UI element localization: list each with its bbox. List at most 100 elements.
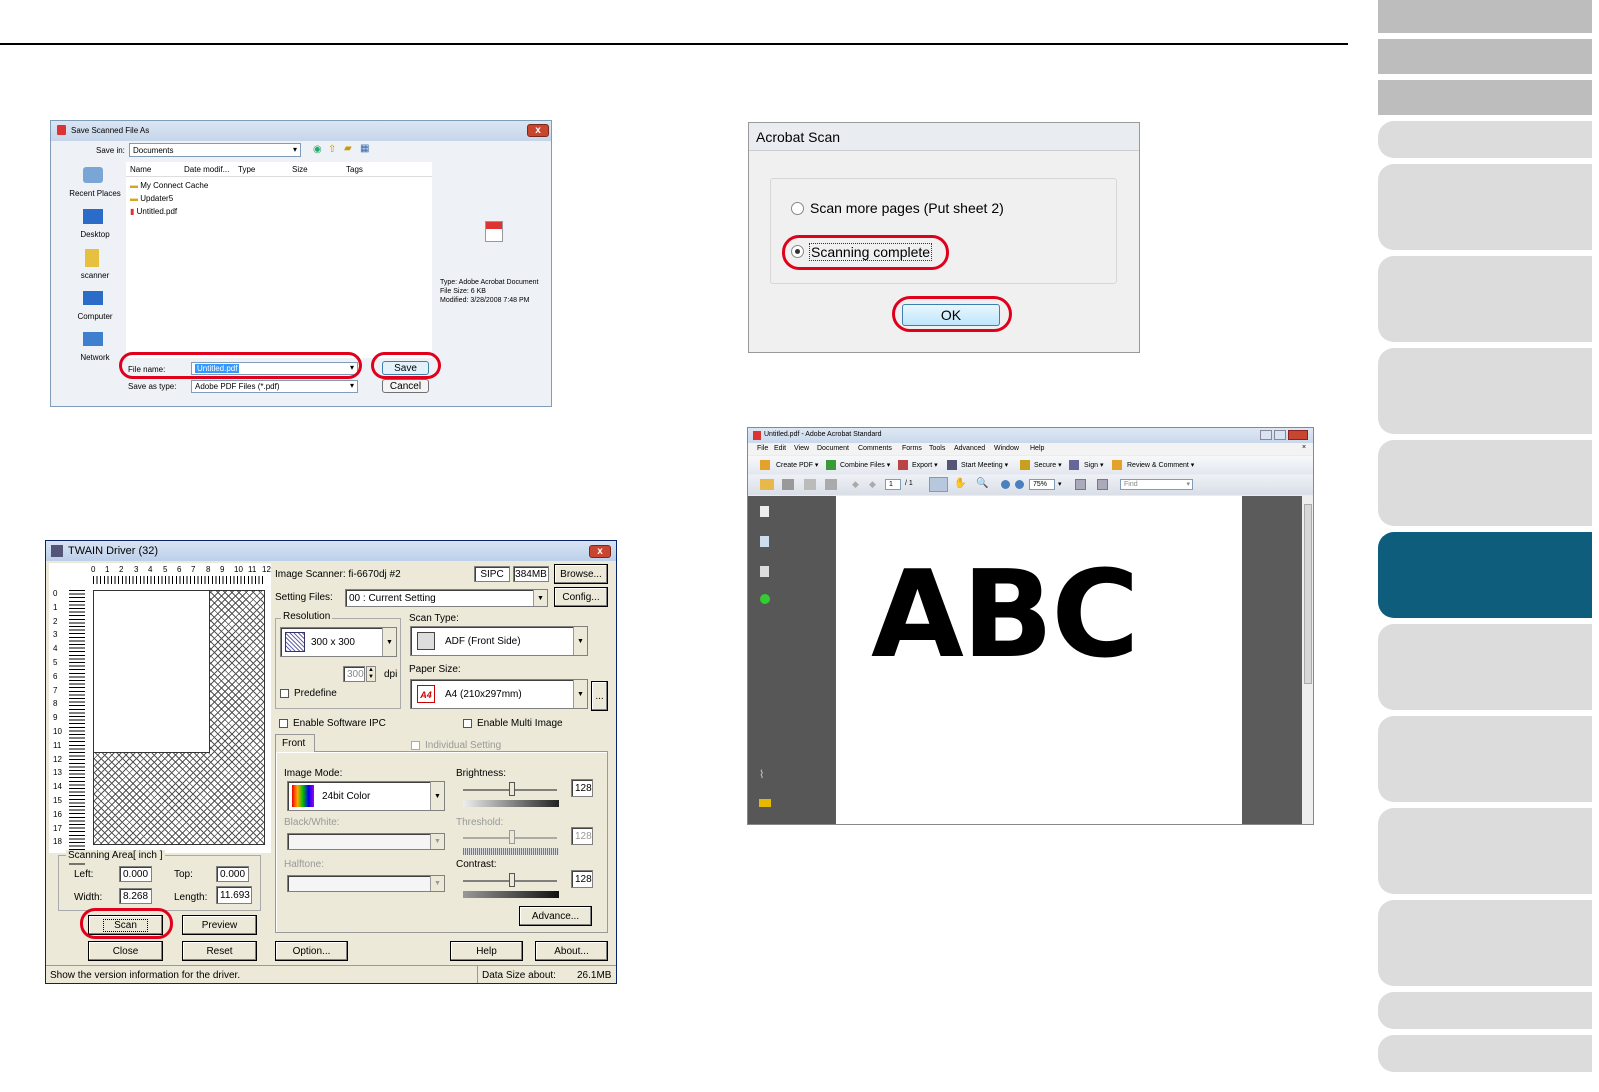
save-in-select[interactable]: Documents ▾ <box>129 143 301 157</box>
menu-comments[interactable]: Comments <box>858 445 892 452</box>
find-input[interactable]: Find ▾ <box>1120 479 1193 490</box>
config-button[interactable]: Config... <box>554 587 608 607</box>
option-scan-more-label[interactable]: Scan more pages (Put sheet 2) <box>810 200 1004 216</box>
black-white-select[interactable]: ▼ <box>287 833 445 850</box>
fit-page-icon[interactable] <box>1097 479 1108 490</box>
open-icon[interactable] <box>760 479 774 490</box>
enable-software-ipc-checkbox[interactable]: Enable Software IPC <box>279 718 386 729</box>
pages-icon[interactable] <box>760 506 769 517</box>
new-folder-icon[interactable]: ▰ <box>344 143 352 154</box>
cancel-button[interactable]: Cancel <box>382 379 429 393</box>
back-icon[interactable]: ◉ <box>313 144 322 155</box>
print-icon[interactable] <box>782 479 794 490</box>
list-item[interactable]: ▬ Updater5 <box>130 194 173 203</box>
threshold-thumb[interactable] <box>509 830 515 844</box>
up-folder-icon[interactable]: ⇧ <box>328 144 336 155</box>
place-recent[interactable]: Recent Places <box>63 189 127 198</box>
savetype-select[interactable]: Adobe PDF Files (*.pdf) ▾ <box>191 380 358 393</box>
comments-icon[interactable] <box>759 799 771 807</box>
advance-button[interactable]: Advance... <box>519 906 592 926</box>
zoom-dropdown-icon[interactable]: ▾ <box>1058 480 1062 488</box>
tab-front[interactable]: Front <box>275 734 315 752</box>
menu-forms[interactable]: Forms <box>902 445 922 452</box>
dpi-spinner[interactable]: ▲ ▼ <box>366 666 376 682</box>
nav-tab-9-active[interactable] <box>1378 532 1592 618</box>
maximize-icon[interactable] <box>1274 430 1286 440</box>
nav-tab-6[interactable] <box>1378 256 1592 342</box>
dpi-input[interactable]: 300 <box>343 666 365 682</box>
left-input[interactable]: 0.000 <box>119 866 152 882</box>
setting-files-select[interactable]: 00 : Current Setting ▼ <box>345 589 548 607</box>
hand-tool-icon[interactable]: ✋ <box>954 478 966 489</box>
secure-button[interactable]: Secure ▾ <box>1034 461 1062 469</box>
zoom-input[interactable]: 75% <box>1029 479 1055 490</box>
about-button[interactable]: About... <box>535 941 608 961</box>
place-desktop[interactable]: Desktop <box>63 230 127 239</box>
review-comment-button[interactable]: Review & Comment ▾ <box>1127 461 1194 469</box>
nav-tab-14[interactable] <box>1378 992 1592 1029</box>
menu-edit[interactable]: Edit <box>774 445 786 452</box>
list-item[interactable]: ▮ Untitled.pdf <box>130 207 177 216</box>
nav-tab-15[interactable] <box>1378 1035 1592 1072</box>
nav-tab-4[interactable] <box>1378 121 1592 158</box>
contrast-value[interactable]: 128 <box>571 870 593 888</box>
menu-window[interactable]: Window <box>994 445 1019 452</box>
zoom-out-icon[interactable] <box>1001 480 1010 489</box>
resolution-select[interactable]: 300 x 300 ▼ <box>280 627 397 657</box>
vertical-scrollbar[interactable] <box>1302 496 1313 824</box>
minimize-icon[interactable] <box>1260 430 1272 440</box>
reset-button[interactable]: Reset <box>182 941 257 961</box>
scan-area-selection[interactable] <box>94 591 210 753</box>
nav-tab-7[interactable] <box>1378 348 1592 434</box>
halftone-select[interactable]: ▼ <box>287 875 445 892</box>
save-icon[interactable] <box>804 479 816 490</box>
width-input[interactable]: 8.268 <box>119 888 152 904</box>
paper-size-select[interactable]: A4 A4 (210x297mm) ▼ <box>410 679 588 709</box>
sign-button[interactable]: Sign ▾ <box>1084 461 1103 469</box>
individual-setting-checkbox[interactable]: Individual Setting <box>411 740 501 751</box>
brightness-thumb[interactable] <box>509 782 515 796</box>
col-tags[interactable]: Tags <box>346 165 363 174</box>
nav-tab-12[interactable] <box>1378 808 1592 894</box>
place-computer[interactable]: Computer <box>63 312 127 321</box>
nav-tab-3[interactable] <box>1378 80 1592 115</box>
predefine-checkbox[interactable]: Predefine <box>280 688 337 699</box>
place-scanner[interactable]: scanner <box>63 271 127 280</box>
scan-type-select[interactable]: ADF (Front Side) ▼ <box>410 626 588 656</box>
contrast-thumb[interactable] <box>509 873 515 887</box>
preview-button[interactable]: Preview <box>182 915 257 935</box>
list-item[interactable]: ▬ My Connect Cache <box>130 181 208 190</box>
nav-tab-11[interactable] <box>1378 716 1592 802</box>
close-icon[interactable]: x <box>589 545 611 558</box>
nav-tab-1[interactable] <box>1378 0 1592 33</box>
menu-file[interactable]: File <box>757 445 768 452</box>
length-input[interactable]: 11.693 <box>216 886 252 904</box>
nav-tab-2[interactable] <box>1378 39 1592 74</box>
help-button[interactable]: Help <box>450 941 523 961</box>
select-tool-icon[interactable] <box>929 477 948 492</box>
page-number-input[interactable]: 1 <box>885 479 901 490</box>
help-icon[interactable] <box>760 594 770 604</box>
col-date[interactable]: Date modif... <box>184 165 229 174</box>
export-button[interactable]: Export ▾ <box>912 461 938 469</box>
image-mode-select[interactable]: 24bit Color ▼ <box>287 781 445 811</box>
col-name[interactable]: Name <box>130 165 151 174</box>
menu-help[interactable]: Help <box>1030 445 1044 452</box>
zoom-in-icon[interactable] <box>1015 480 1024 489</box>
menu-view[interactable]: View <box>794 445 809 452</box>
nav-tab-8[interactable] <box>1378 440 1592 526</box>
radio-scan-more[interactable] <box>791 202 804 215</box>
start-meeting-button[interactable]: Start Meeting ▾ <box>961 461 1008 469</box>
attachments-icon[interactable]: ⌇ <box>759 768 764 781</box>
close-doc-icon[interactable]: × <box>1302 444 1306 451</box>
next-page-icon[interactable]: ◆ <box>869 479 876 490</box>
combine-files-button[interactable]: Combine Files ▾ <box>840 461 890 469</box>
views-icon[interactable]: ▦ <box>360 143 369 154</box>
bookmarks-icon[interactable] <box>760 536 769 547</box>
enable-multi-image-checkbox[interactable]: Enable Multi Image <box>463 718 563 729</box>
nav-tab-5[interactable] <box>1378 164 1592 250</box>
col-type[interactable]: Type <box>238 165 255 174</box>
create-pdf-button[interactable]: Create PDF ▾ <box>776 461 818 469</box>
nav-tab-13[interactable] <box>1378 900 1592 986</box>
zoom-tool-icon[interactable]: 🔍 <box>976 478 988 489</box>
